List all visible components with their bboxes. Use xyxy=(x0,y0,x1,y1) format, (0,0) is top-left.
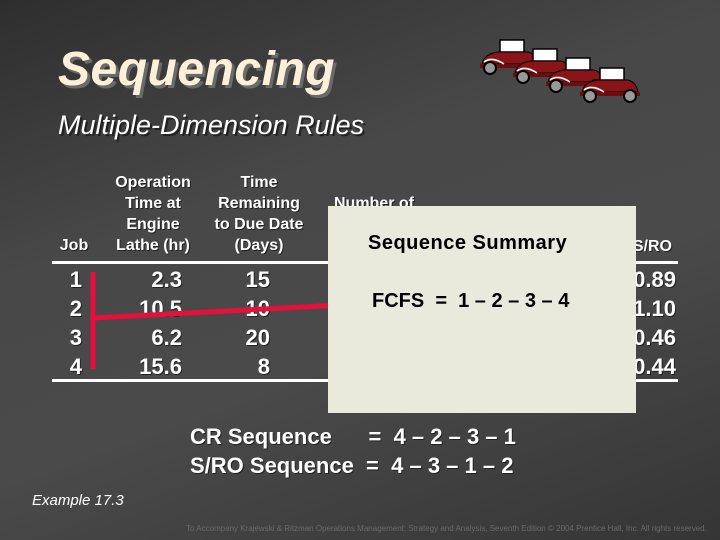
job-cell: 1 xyxy=(69,267,82,292)
header-line: Remaining xyxy=(218,195,300,212)
header-line: Operation xyxy=(115,174,191,191)
job-cell: 2 xyxy=(69,296,82,321)
header-line: Lathe (hr) xyxy=(116,237,190,254)
cr-sequence: CR Sequence = 4 – 2 – 3 – 1 xyxy=(190,424,516,449)
header-time-remaining: Time Remaining to Due Date (Days) xyxy=(204,172,314,256)
op-time-cell: 6.2 xyxy=(151,325,182,350)
days-cell: 15 xyxy=(245,267,270,292)
slide-subtitle: Multiple-Dimension Rules xyxy=(58,110,365,140)
header-line: to Due Date xyxy=(214,216,304,233)
example-label: Example 17.3 xyxy=(32,492,124,509)
days-cell: 10 xyxy=(245,296,270,321)
header-line: Engine xyxy=(126,216,180,233)
fcfs-sequence: FCFS = 1 – 2 – 3 – 4 xyxy=(372,290,570,312)
op-time-cell: 15.6 xyxy=(139,354,182,379)
header-job: Job xyxy=(59,237,89,254)
header-operation-time: Operation Time at Engine Lathe (hr) xyxy=(104,172,202,256)
copyright-footer: To Accompany Krajewski & Ritzman Operati… xyxy=(186,524,707,533)
sequence-summary-popup: Sequence Summary FCFS = 1 – 2 – 3 – 4 xyxy=(328,206,636,413)
header-line: (Days) xyxy=(234,237,284,254)
op-time-cell: 10.5 xyxy=(139,296,182,321)
sro-sequence: S/RO Sequence = 4 – 3 – 1 – 2 xyxy=(190,453,514,478)
vintage-cars-icon xyxy=(480,39,641,103)
header-line: Time xyxy=(240,174,278,191)
header-line: Time at xyxy=(125,195,181,212)
job-cell: 4 xyxy=(69,354,82,379)
days-cell: 8 xyxy=(257,354,270,379)
job-cell: 3 xyxy=(69,325,82,350)
days-cell: 20 xyxy=(245,325,270,350)
op-time-cell: 2.3 xyxy=(151,267,182,292)
slide-title: Sequencing xyxy=(58,43,336,96)
popup-title: Sequence Summary xyxy=(368,232,568,254)
